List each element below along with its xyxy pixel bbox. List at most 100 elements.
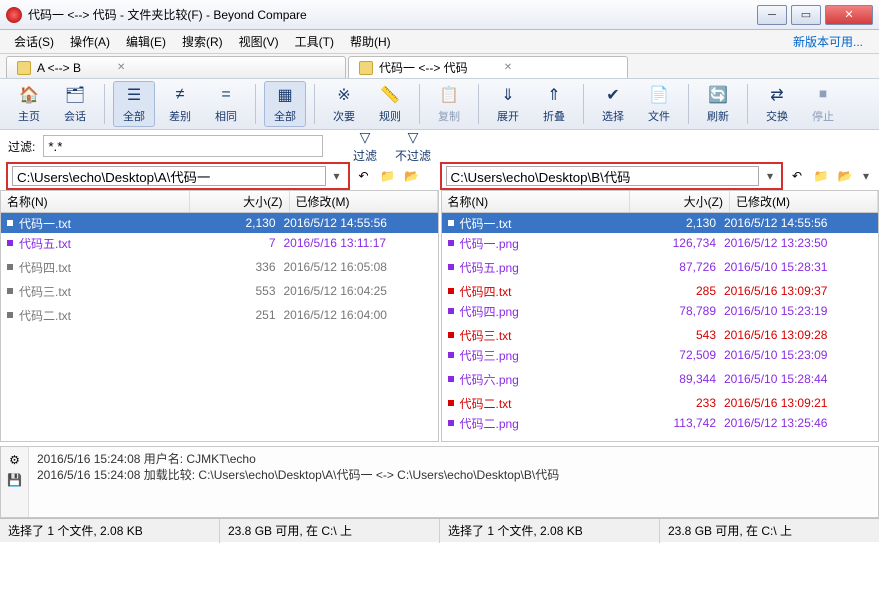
left-file-list[interactable]: 代码一.txt2,1302016/5/12 14:55:56代码五.txt720…	[1, 213, 438, 441]
close-icon[interactable]: ✕	[87, 62, 125, 73]
diff-button[interactable]: ≠差别	[159, 81, 201, 127]
menu-search[interactable]: 搜索(R)	[174, 31, 231, 53]
tab-ab[interactable]: A <--> B ✕	[6, 56, 346, 78]
equal-icon: =	[214, 84, 238, 106]
log-area: ⚙ 💾 2016/5/16 15:24:08 用户名: CJMKT\echo 2…	[0, 446, 879, 518]
same-button[interactable]: =相同	[205, 81, 247, 127]
status-right-disk: 23.8 GB 可用, 在 C:\ 上	[660, 519, 879, 543]
swap-button[interactable]: ⇄交换	[756, 81, 798, 127]
table-row[interactable]: 代码三.txt5532016/5/12 16:04:25	[1, 281, 438, 301]
minimize-button[interactable]: ─	[757, 5, 787, 25]
new-version-link[interactable]: 新版本可用...	[793, 33, 873, 50]
all-button[interactable]: ☰全部	[113, 81, 155, 127]
col-name[interactable]: 名称(N)	[442, 191, 631, 212]
notequal-icon: ≠	[168, 84, 192, 106]
close-icon[interactable]: ✕	[474, 62, 512, 73]
table-row[interactable]: 代码一.png126,7342016/5/12 13:23:50	[442, 233, 879, 253]
select-button[interactable]: ✔选择	[592, 81, 634, 127]
expand-icon: ⇓	[496, 84, 520, 106]
menu-session[interactable]: 会话(S)	[6, 31, 62, 53]
bullet-icon	[448, 240, 454, 246]
file-modified: 2016/5/12 16:04:00	[284, 308, 432, 322]
menu-tools[interactable]: 工具(T)	[287, 31, 342, 53]
table-row[interactable]: 代码一.txt2,1302016/5/12 14:55:56	[1, 213, 438, 233]
table-row[interactable]: 代码四.txt2852016/5/16 13:09:37	[442, 281, 879, 301]
chevron-down-icon[interactable]: ▾	[330, 166, 344, 186]
file-size: 87,726	[624, 260, 724, 274]
refresh-button[interactable]: 🔄刷新	[697, 81, 739, 127]
table-row[interactable]: 代码四.png78,7892016/5/10 15:23:19	[442, 301, 879, 321]
stop-button[interactable]: ⏹停止	[802, 81, 844, 127]
tab-label: 代码一 <--> 代码	[379, 59, 468, 76]
col-size[interactable]: 大小(Z)	[190, 191, 290, 212]
bullet-icon	[7, 240, 13, 246]
tab-current[interactable]: 代码一 <--> 代码 ✕	[348, 56, 628, 78]
menu-help[interactable]: 帮助(H)	[342, 31, 399, 53]
file-modified: 2016/5/10 15:28:31	[724, 260, 872, 274]
apply-filter-button[interactable]: ▽过滤	[345, 129, 385, 164]
all2-button[interactable]: ▦全部	[264, 81, 306, 127]
table-row[interactable]: 代码二.png113,7422016/5/12 13:25:46	[442, 413, 879, 433]
rules-button[interactable]: 📏规则	[369, 81, 411, 127]
log-text[interactable]: 2016/5/16 15:24:08 用户名: CJMKT\echo 2016/…	[29, 447, 878, 517]
tab-row: A <--> B ✕ 代码一 <--> 代码 ✕	[0, 54, 879, 78]
open-folder-icon[interactable]: 📁	[811, 166, 831, 186]
filter-input[interactable]	[43, 135, 323, 157]
table-row[interactable]: 代码二.txt2332016/5/16 13:09:21	[442, 393, 879, 413]
browse-icon[interactable]: 📂	[402, 166, 422, 186]
close-button[interactable]: ✕	[825, 5, 873, 25]
session-icon: 🗂	[63, 84, 87, 106]
table-row[interactable]: 代码五.txt72016/5/16 13:11:17	[1, 233, 438, 253]
open-folder-icon[interactable]: 📁	[378, 166, 398, 186]
undo-icon[interactable]: ↶	[787, 166, 807, 186]
maximize-button[interactable]: ▭	[791, 5, 821, 25]
browse-icon[interactable]: 📂	[835, 166, 855, 186]
expand-button[interactable]: ⇓展开	[487, 81, 529, 127]
funnel-x-icon: ▽	[408, 129, 419, 146]
menu-edit[interactable]: 编辑(E)	[118, 31, 174, 53]
file-name: 代码四.txt	[19, 259, 184, 276]
right-file-list[interactable]: 代码一.txt2,1302016/5/12 14:55:56代码一.png126…	[442, 213, 879, 441]
table-row[interactable]: 代码二.txt2512016/5/12 16:04:00	[1, 305, 438, 325]
col-modified[interactable]: 已修改(M)	[290, 191, 438, 212]
chevron-down-icon[interactable]: ▾	[763, 166, 777, 186]
file-modified: 2016/5/16 13:09:28	[724, 328, 872, 342]
menu-action[interactable]: 操作(A)	[62, 31, 118, 53]
table-row[interactable]: 代码四.txt3362016/5/12 16:05:08	[1, 257, 438, 277]
right-path-input[interactable]	[446, 166, 760, 186]
files-button[interactable]: 📄文件	[638, 81, 680, 127]
file-name: 代码三.txt	[19, 283, 184, 300]
table-row[interactable]: 代码一.txt2,1302016/5/12 14:55:56	[442, 213, 879, 233]
menu-view[interactable]: 视图(V)	[231, 31, 287, 53]
statusbar: 选择了 1 个文件, 2.08 KB 23.8 GB 可用, 在 C:\ 上 选…	[0, 518, 879, 542]
collapse-button[interactable]: ⇑折叠	[533, 81, 575, 127]
chevron-down-icon[interactable]: ▾	[859, 166, 873, 186]
file-name: 代码五.png	[460, 259, 625, 276]
col-modified[interactable]: 已修改(M)	[730, 191, 878, 212]
file-name: 代码五.txt	[19, 235, 184, 252]
file-icon: 📄	[647, 84, 671, 106]
file-size: 7	[184, 236, 284, 250]
save-icon[interactable]: 💾	[7, 473, 22, 487]
left-path-cell: ▾	[6, 162, 350, 190]
gear-icon[interactable]: ⚙	[9, 453, 20, 467]
table-row[interactable]: 代码三.png72,5092016/5/10 15:23:09	[442, 345, 879, 365]
status-left-sel: 选择了 1 个文件, 2.08 KB	[0, 519, 220, 543]
session-button[interactable]: 🗂会话	[54, 81, 96, 127]
minor-button[interactable]: ※次要	[323, 81, 365, 127]
bullet-icon	[7, 264, 13, 270]
file-name: 代码三.txt	[460, 327, 625, 344]
layers-icon: ▦	[273, 84, 297, 106]
col-name[interactable]: 名称(N)	[1, 191, 190, 212]
copy-button[interactable]: 📋复制	[428, 81, 470, 127]
table-row[interactable]: 代码五.png87,7262016/5/10 15:28:31	[442, 257, 879, 277]
table-row[interactable]: 代码三.txt5432016/5/16 13:09:28	[442, 325, 879, 345]
home-button[interactable]: 🏠主页	[8, 81, 50, 127]
col-size[interactable]: 大小(Z)	[630, 191, 730, 212]
collapse-icon: ⇑	[542, 84, 566, 106]
undo-icon[interactable]: ↶	[354, 166, 374, 186]
left-path-input[interactable]	[12, 166, 326, 186]
clear-filter-button[interactable]: ▽不过滤	[393, 129, 433, 164]
table-row[interactable]: 代码六.png89,3442016/5/10 15:28:44	[442, 369, 879, 389]
file-name: 代码六.png	[460, 371, 625, 388]
